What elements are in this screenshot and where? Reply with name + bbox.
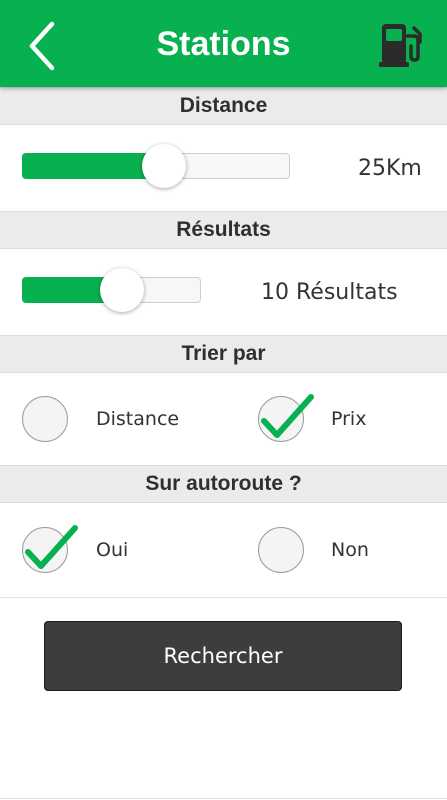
divider — [0, 597, 447, 598]
highway-yes-label[interactable]: Oui — [96, 539, 128, 561]
distance-section-heading: Distance — [0, 87, 447, 125]
fuel-station-button[interactable] — [376, 20, 426, 70]
results-row: 10 Résultats — [0, 249, 447, 335]
checkmark-icon — [25, 525, 78, 569]
results-slider-thumb[interactable] — [100, 268, 144, 312]
sort-price-radio[interactable] — [258, 394, 314, 442]
results-value: 10 Résultats — [261, 280, 398, 305]
distance-slider-thumb[interactable] — [142, 144, 186, 188]
highway-section-heading: Sur autoroute ? — [0, 465, 447, 503]
distance-value: 25Km — [358, 156, 422, 181]
sort-distance-radio[interactable] — [22, 396, 68, 442]
sort-section-heading: Trier par — [0, 335, 447, 373]
bottom-divider — [0, 798, 447, 799]
results-section-heading: Résultats — [0, 211, 447, 249]
app-header: Stations — [0, 0, 447, 87]
sort-row: Distance Prix — [0, 373, 447, 465]
highway-no-label[interactable]: Non — [331, 539, 369, 561]
checkmark-icon — [261, 394, 314, 438]
fuel-pump-icon — [379, 24, 422, 67]
highway-yes-radio[interactable] — [22, 525, 78, 573]
highway-no-radio[interactable] — [258, 527, 304, 573]
sort-price-label[interactable]: Prix — [331, 408, 366, 430]
sort-distance-label[interactable]: Distance — [96, 408, 179, 430]
search-button[interactable]: Rechercher — [44, 621, 402, 691]
distance-row: 25Km — [0, 125, 447, 211]
highway-row: Oui Non — [0, 503, 447, 597]
